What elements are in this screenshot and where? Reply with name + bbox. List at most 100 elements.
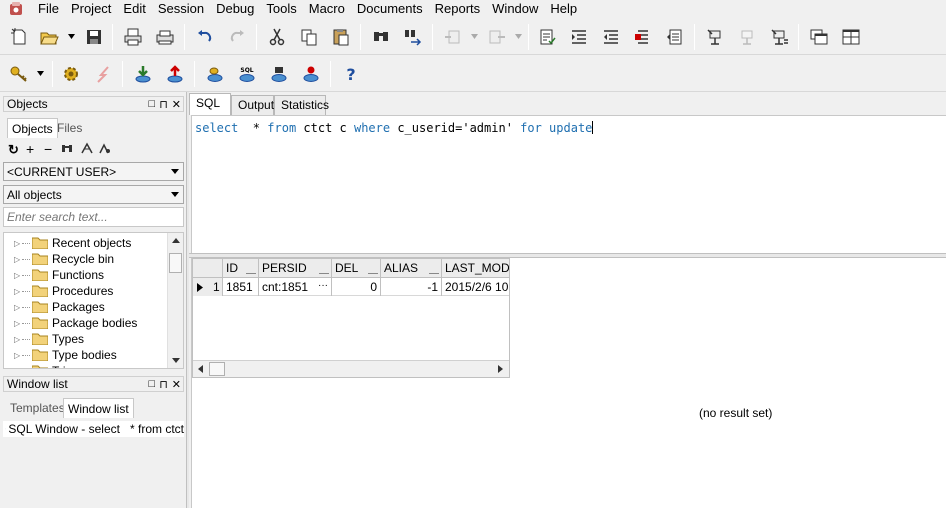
result-grid[interactable]: ID PERSID DEL ALIAS LAST_MOD 1 1851 cnt:… (192, 258, 510, 378)
command-window-icon[interactable] (268, 63, 290, 85)
menu-edit[interactable]: Edit (117, 0, 151, 17)
session-disabled-icon[interactable] (736, 26, 758, 48)
menu-window[interactable]: Window (486, 0, 544, 17)
redo-icon[interactable] (226, 26, 248, 48)
menu-help[interactable]: Help (544, 0, 583, 17)
sql-editor[interactable]: select * from ctct c where c_userid='adm… (191, 115, 946, 253)
column-header-id[interactable]: ID (223, 259, 259, 278)
object-search-input[interactable]: Enter search text... (3, 207, 184, 227)
column-header-last-mod[interactable]: LAST_MOD (442, 259, 509, 278)
tab-templates[interactable]: Templates (6, 398, 69, 418)
expand-arrow-icon[interactable]: ▷ (14, 335, 22, 344)
tree-scroll-thumb[interactable] (169, 253, 182, 273)
row-indicator[interactable]: 1 (193, 278, 223, 296)
expand-arrow-icon[interactable]: ▷ (14, 287, 22, 296)
tree-item[interactable]: ▷ Types (4, 331, 84, 347)
tab-output[interactable]: Output (231, 95, 274, 115)
help-icon[interactable]: ? (340, 63, 362, 85)
window-list-item[interactable]: SQL Window - select * from ctct (3, 421, 184, 437)
vertical-splitter[interactable] (186, 92, 189, 508)
scroll-left-icon[interactable] (198, 365, 203, 373)
session-icon[interactable] (704, 26, 726, 48)
scroll-up-icon[interactable] (172, 238, 180, 243)
find-icon[interactable] (370, 26, 392, 48)
close-icon[interactable]: ✕ (172, 378, 181, 391)
explain-plan-icon[interactable] (300, 63, 322, 85)
cut-icon[interactable] (266, 26, 288, 48)
column-header-persid[interactable]: PERSID (259, 259, 332, 278)
menu-file[interactable]: File (32, 0, 65, 17)
add-icon[interactable]: + (26, 141, 34, 157)
back-icon[interactable] (442, 26, 464, 48)
scroll-down-icon[interactable] (172, 358, 180, 363)
forward-dropdown-icon[interactable] (515, 34, 522, 39)
grid-corner[interactable] (193, 259, 223, 278)
menu-project[interactable]: Project (65, 0, 117, 17)
menu-macro[interactable]: Macro (303, 0, 351, 17)
commit-icon[interactable] (132, 63, 154, 85)
tree-item[interactable]: ▷ Recycle bin (4, 251, 114, 267)
menu-tools[interactable]: Tools (260, 0, 302, 17)
print-preview-icon[interactable] (154, 26, 176, 48)
windows-cascade-icon[interactable] (808, 26, 830, 48)
tree-item[interactable]: ▷ Procedures (4, 283, 113, 299)
cell-persid[interactable]: cnt:1851 ··· (259, 278, 332, 296)
cell-alias[interactable]: -1 (381, 278, 442, 296)
indent-icon[interactable] (568, 26, 590, 48)
cell-id[interactable]: 1851 (223, 278, 259, 296)
save-icon[interactable] (83, 26, 105, 48)
grid-hscrollbar[interactable] (193, 360, 509, 377)
menu-reports[interactable]: Reports (429, 0, 487, 17)
table-row[interactable]: 1 1851 cnt:1851 ··· 0 -1 2015/2/6 10 (193, 278, 509, 296)
sql-text[interactable]: select * from ctct c where c_userid='adm… (195, 121, 594, 135)
tree-item[interactable]: ▷ Type bodies (4, 347, 117, 363)
tab-objects[interactable]: Objects (7, 118, 58, 138)
open-dropdown-icon[interactable] (68, 34, 75, 39)
cell-del[interactable]: 0 (332, 278, 381, 296)
expand-arrow-icon[interactable]: ▷ (14, 271, 22, 280)
uncomment-icon[interactable] (664, 26, 686, 48)
undo-icon[interactable] (194, 26, 216, 48)
expand-arrow-icon[interactable]: ▷ (14, 319, 22, 328)
tree-item[interactable]: ▷ Package bodies (4, 315, 137, 331)
app-icon[interactable] (8, 1, 24, 16)
tree-item[interactable]: ▷ Recent objects (4, 235, 131, 251)
logon-key-icon[interactable] (8, 63, 30, 85)
tab-statistics[interactable]: Statistics (274, 95, 329, 115)
pin-icon[interactable]: □ (149, 378, 156, 391)
find-replace-icon[interactable] (402, 26, 424, 48)
tab-sql[interactable]: SQL (189, 93, 231, 115)
sql-window-icon[interactable]: SQL (236, 63, 258, 85)
scroll-right-icon[interactable] (498, 365, 503, 373)
remove-icon[interactable]: − (44, 141, 52, 157)
tree-item[interactable]: ▷ Functions (4, 267, 104, 283)
print-icon[interactable] (122, 26, 144, 48)
cell-ellipsis-button[interactable]: ··· (318, 278, 328, 295)
refresh-icon[interactable]: ↻ (8, 142, 19, 158)
filter-icon[interactable] (81, 142, 93, 157)
menu-session[interactable]: Session (152, 0, 210, 17)
tab-files[interactable]: Files (53, 118, 86, 138)
expand-arrow-icon[interactable]: ▷ (14, 255, 22, 264)
session-list-icon[interactable] (768, 26, 790, 48)
db-connect-icon[interactable] (204, 63, 226, 85)
menu-debug[interactable]: Debug (210, 0, 260, 17)
execute-icon[interactable] (536, 26, 558, 48)
tree-scrollbar[interactable] (167, 233, 183, 368)
copy-icon[interactable] (298, 26, 320, 48)
comment-icon[interactable] (632, 26, 654, 48)
column-header-alias[interactable]: ALIAS (381, 259, 442, 278)
filter-combo[interactable]: All objects (3, 185, 184, 204)
break-icon[interactable] (92, 63, 114, 85)
find-object-icon[interactable] (61, 142, 73, 157)
logon-dropdown-icon[interactable] (37, 71, 44, 76)
menu-documents[interactable]: Documents (351, 0, 429, 17)
paste-icon[interactable] (330, 26, 352, 48)
cell-last-mod[interactable]: 2015/2/6 10 (442, 278, 509, 296)
expand-arrow-icon[interactable]: ▷ (14, 303, 22, 312)
windows-tile-icon[interactable] (840, 26, 862, 48)
tab-window-list[interactable]: Window list (63, 398, 134, 418)
float-icon[interactable]: ⊓ (159, 98, 168, 111)
grid-scroll-thumb[interactable] (209, 362, 225, 376)
compile-gear-icon[interactable] (60, 63, 82, 85)
